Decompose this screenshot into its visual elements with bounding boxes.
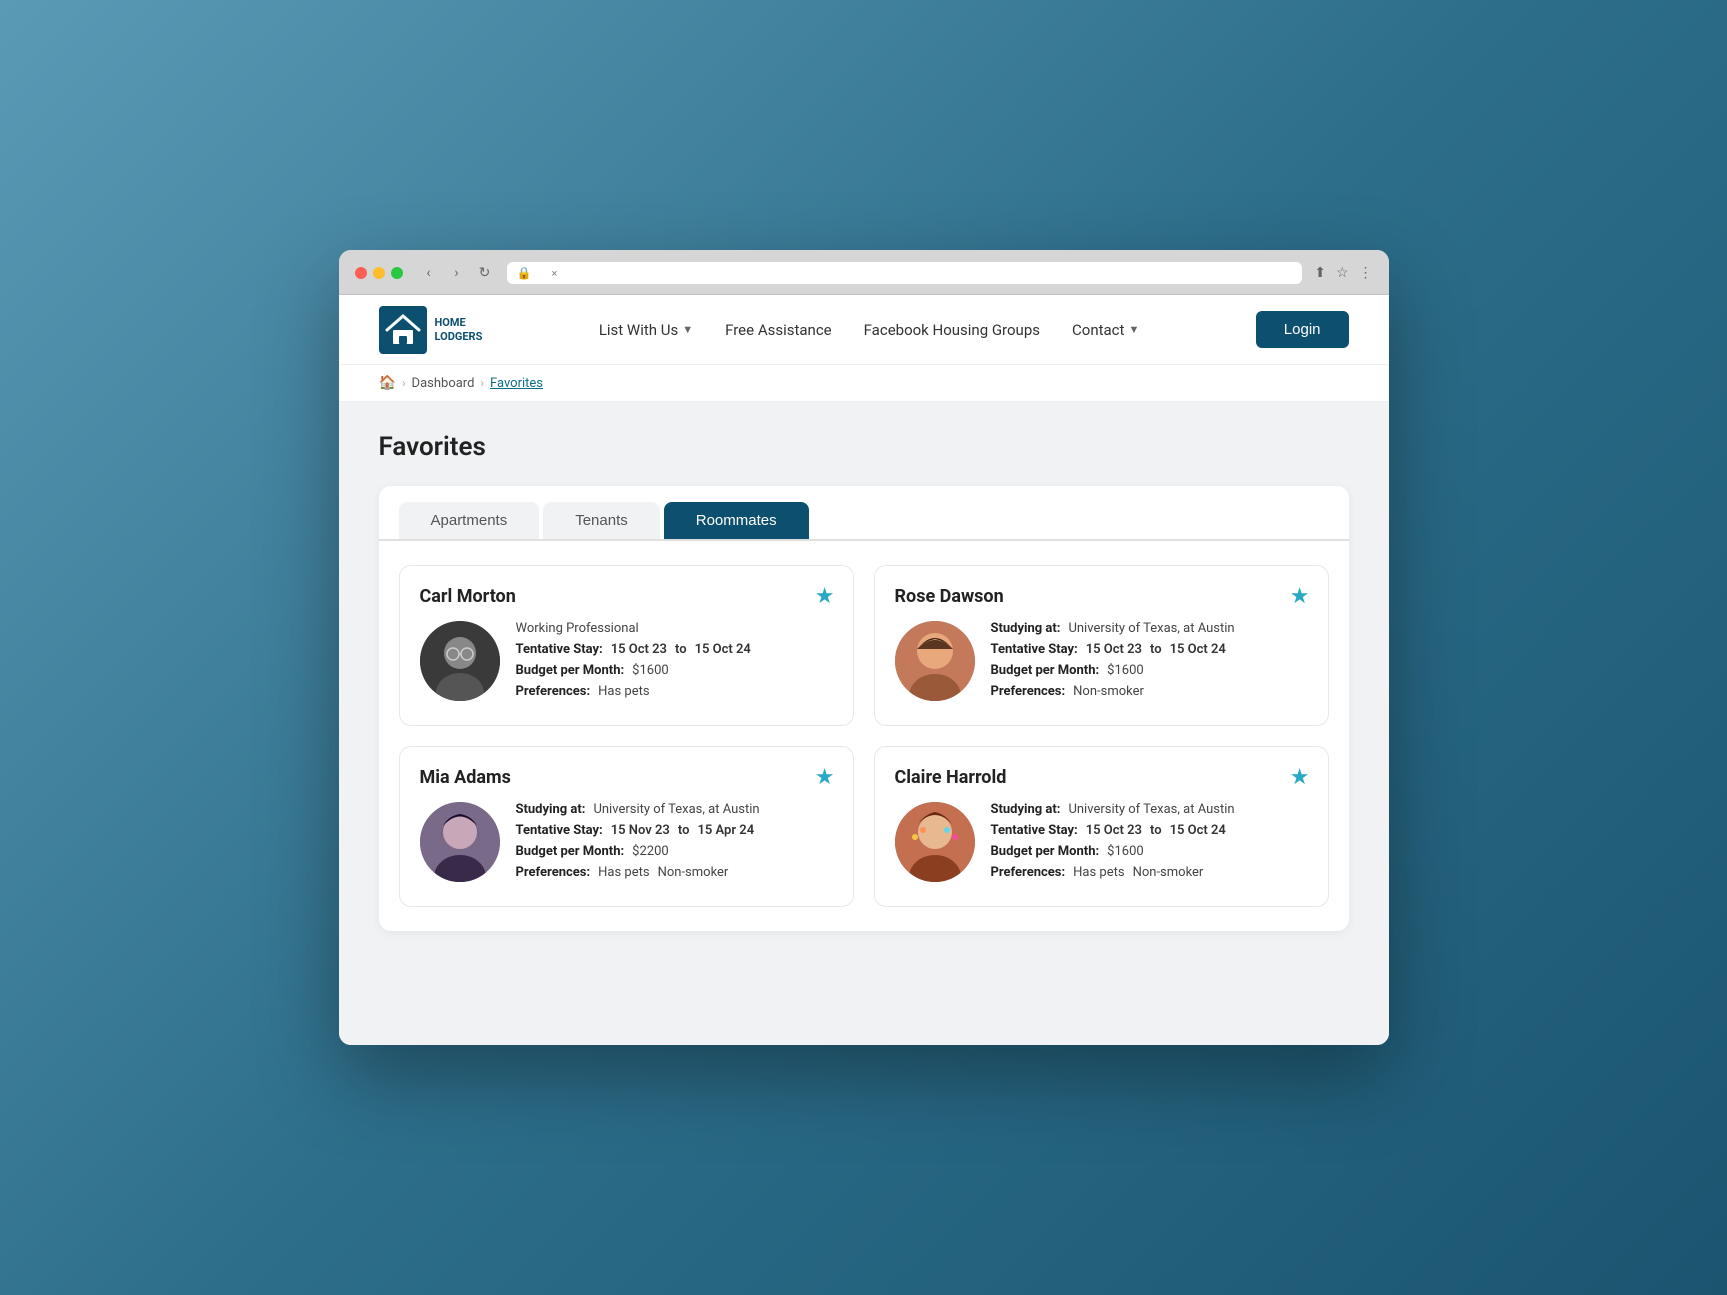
avatar-mia — [420, 802, 500, 882]
roommate-card-carl: Carl Morton ★ — [399, 565, 854, 726]
avatar-rose — [895, 621, 975, 701]
browser-titlebar: ‹ › ↻ 🔒 × ⬆ ☆ ⋮ — [339, 250, 1389, 295]
nav-facebook-groups[interactable]: Facebook Housing Groups — [864, 321, 1040, 339]
stay-row-claire: Tentative Stay: 15 Oct 23 to 15 Oct 24 — [991, 823, 1308, 838]
breadcrumb: 🏠 › Dashboard › Favorites — [339, 365, 1389, 402]
pref-has-pets-carl: Has pets — [598, 684, 649, 699]
card-body-claire: Studying at: University of Texas, at Aus… — [895, 802, 1308, 886]
login-button[interactable]: Login — [1256, 311, 1349, 348]
pref-non-smoker-rose: Non-smoker — [1073, 684, 1144, 699]
logo-area: HOMELODGERS — [379, 306, 483, 354]
card-details-carl: Working Professional Tentative Stay: 15 … — [516, 621, 833, 705]
studying-row-rose: Studying at: University of Texas, at Aus… — [991, 621, 1308, 636]
forward-button[interactable]: › — [447, 265, 467, 281]
main-content: Favorites Apartments Tenants Roommates C… — [339, 402, 1389, 971]
tab-apartments[interactable]: Apartments — [399, 502, 540, 539]
card-details-mia: Studying at: University of Texas, at Aus… — [516, 802, 833, 886]
cards-grid: Carl Morton ★ — [379, 541, 1349, 931]
pref-row-mia: Preferences: Has pets Non-smoker — [516, 865, 833, 880]
favorite-star-mia[interactable]: ★ — [815, 765, 835, 790]
budget-row-mia: Budget per Month: $2200 — [516, 844, 833, 859]
menu-icon[interactable]: ⋮ — [1359, 265, 1373, 281]
breadcrumb-chevron-2: › — [480, 376, 484, 390]
card-name-rose: Rose Dawson — [895, 586, 1308, 607]
card-name-carl: Carl Morton — [420, 586, 833, 607]
card-details-claire: Studying at: University of Texas, at Aus… — [991, 802, 1308, 886]
breadcrumb-chevron-1: › — [402, 376, 406, 390]
browser-actions: ⬆ ☆ ⋮ — [1314, 265, 1372, 281]
pref-non-smoker-mia: Non-smoker — [658, 865, 729, 880]
card-body-carl: Working Professional Tentative Stay: 15 … — [420, 621, 833, 705]
studying-row-claire: Studying at: University of Texas, at Aus… — [991, 802, 1308, 817]
nav-links: List With Us ▼ Free Assistance Facebook … — [599, 321, 1140, 339]
card-body-mia: Studying at: University of Texas, at Aus… — [420, 802, 833, 886]
stay-row-carl: Tentative Stay: 15 Oct 23 to 15 Oct 24 — [516, 642, 833, 657]
tabs-card: Apartments Tenants Roommates Carl Morton… — [379, 486, 1349, 931]
breadcrumb-favorites[interactable]: Favorites — [490, 376, 543, 391]
favorite-star-rose[interactable]: ★ — [1290, 584, 1310, 609]
home-icon[interactable]: 🏠 — [379, 375, 396, 391]
chevron-down-icon: ▼ — [682, 323, 693, 336]
browser-controls: ‹ › ↻ — [419, 265, 495, 281]
bookmark-icon[interactable]: ☆ — [1336, 265, 1349, 281]
card-details-rose: Studying at: University of Texas, at Aus… — [991, 621, 1308, 705]
browser-dots — [355, 267, 403, 279]
pref-row-rose: Preferences: Non-smoker — [991, 684, 1308, 699]
page-title: Favorites — [379, 432, 1349, 462]
nav-list-with-us[interactable]: List With Us ▼ — [599, 321, 693, 339]
browser-window: ‹ › ↻ 🔒 × ⬆ ☆ ⋮ HOMELODGERS — [339, 250, 1389, 1045]
navbar: HOMELODGERS List With Us ▼ Free Assistan… — [339, 295, 1389, 365]
maximize-dot[interactable] — [391, 267, 403, 279]
chevron-down-icon-contact: ▼ — [1128, 323, 1139, 336]
nav-free-assistance[interactable]: Free Assistance — [725, 321, 832, 339]
working-professional-row: Working Professional — [516, 621, 833, 636]
breadcrumb-dashboard[interactable]: Dashboard — [412, 376, 475, 391]
page-content: HOMELODGERS List With Us ▼ Free Assistan… — [339, 295, 1389, 1045]
close-dot[interactable] — [355, 267, 367, 279]
favorite-star-carl[interactable]: ★ — [815, 584, 835, 609]
pref-has-pets-mia: Has pets — [598, 865, 649, 880]
roommate-card-mia: Mia Adams ★ — [399, 746, 854, 907]
card-body-rose: Studying at: University of Texas, at Aus… — [895, 621, 1308, 705]
back-button[interactable]: ‹ — [419, 265, 439, 281]
lock-icon: 🔒 — [517, 266, 532, 280]
pref-row-carl: Preferences: Has pets — [516, 684, 833, 699]
studying-row-mia: Studying at: University of Texas, at Aus… — [516, 802, 833, 817]
share-icon[interactable]: ⬆ — [1314, 265, 1326, 281]
stay-row-mia: Tentative Stay: 15 Nov 23 to 15 Apr 24 — [516, 823, 833, 838]
card-name-mia: Mia Adams — [420, 767, 833, 788]
close-tab-button[interactable]: × — [551, 267, 557, 280]
pref-row-claire: Preferences: Has pets Non-smoker — [991, 865, 1308, 880]
avatar-claire — [895, 802, 975, 882]
roommate-card-claire: Claire Harrold ★ — [874, 746, 1329, 907]
logo-icon — [379, 306, 427, 354]
avatar-carl — [420, 621, 500, 701]
budget-row-claire: Budget per Month: $1600 — [991, 844, 1308, 859]
tab-tenants[interactable]: Tenants — [543, 502, 660, 539]
stay-row-rose: Tentative Stay: 15 Oct 23 to 15 Oct 24 — [991, 642, 1308, 657]
favorite-star-claire[interactable]: ★ — [1290, 765, 1310, 790]
address-bar[interactable]: 🔒 × — [507, 262, 1303, 284]
minimize-dot[interactable] — [373, 267, 385, 279]
pref-has-pets-claire: Has pets — [1073, 865, 1124, 880]
budget-row-carl: Budget per Month: $1600 — [516, 663, 833, 678]
pref-non-smoker-claire: Non-smoker — [1133, 865, 1204, 880]
tabs-card-outer: Apartments Tenants Roommates Carl Morton… — [379, 486, 1349, 931]
nav-contact[interactable]: Contact ▼ — [1072, 321, 1139, 339]
card-name-claire: Claire Harrold — [895, 767, 1308, 788]
roommate-card-rose: Rose Dawson ★ — [874, 565, 1329, 726]
tabs-header: Apartments Tenants Roommates — [379, 486, 1349, 541]
budget-row-rose: Budget per Month: $1600 — [991, 663, 1308, 678]
logo-text: HOMELODGERS — [435, 316, 483, 342]
tab-roommates[interactable]: Roommates — [664, 502, 809, 539]
reload-button[interactable]: ↻ — [475, 265, 495, 281]
